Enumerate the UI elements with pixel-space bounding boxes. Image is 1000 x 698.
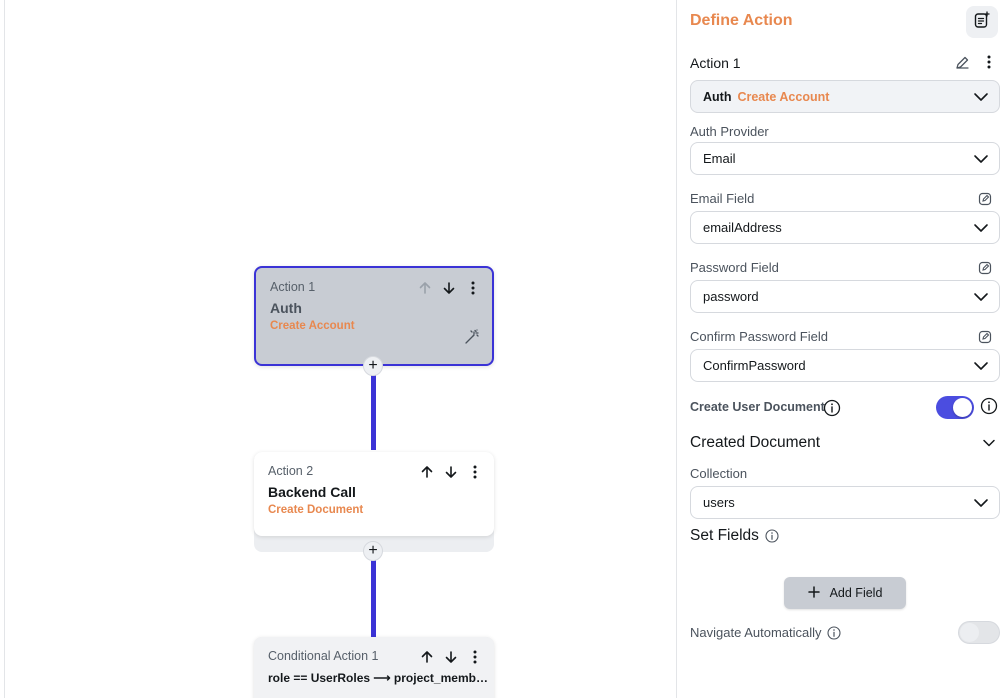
node-toolbar — [420, 649, 482, 665]
chevron-down-icon — [973, 359, 989, 376]
add-note-button[interactable] — [966, 6, 998, 38]
node-title: Auth — [270, 300, 302, 316]
add-field-button[interactable]: Add Field — [784, 577, 906, 609]
confirm-password-field-label: Confirm Password Field — [690, 329, 828, 344]
connector-line — [371, 558, 376, 638]
confirm-password-field-dropdown[interactable]: ConfirmPassword — [690, 349, 1000, 382]
auth-provider-label: Auth Provider — [690, 124, 769, 139]
chevron-down-icon — [973, 496, 989, 513]
more-vertical-icon[interactable] — [468, 464, 482, 480]
arrow-down-icon[interactable] — [444, 649, 458, 665]
auth-provider-dropdown[interactable]: Email — [690, 142, 1000, 175]
edit-square-icon[interactable] — [978, 330, 992, 344]
edit-icon[interactable] — [955, 55, 970, 75]
chevron-down-icon — [973, 90, 989, 107]
set-fields-title: Set Fields — [690, 527, 759, 544]
more-vertical-icon[interactable] — [466, 280, 480, 296]
arrow-down-icon[interactable] — [444, 464, 458, 480]
chevron-down-icon — [973, 290, 989, 307]
email-field-value: emailAddress — [703, 220, 782, 235]
created-document-title: Created Document — [690, 434, 821, 451]
password-field-dropdown[interactable]: password — [690, 280, 1000, 313]
chevron-down-icon — [973, 152, 989, 169]
action-type-prefix: Auth — [703, 89, 732, 104]
confirm-password-field-value: ConfirmPassword — [703, 358, 806, 373]
toggle-knob — [953, 398, 972, 417]
panel-title: Define Action — [690, 12, 793, 29]
app-root: Action 1 Auth Create Account + Action 2 … — [0, 0, 1000, 698]
info-icon[interactable] — [827, 626, 841, 645]
collection-dropdown[interactable]: users — [690, 486, 1000, 519]
add-note-icon — [973, 10, 991, 34]
action-node-2[interactable]: Action 2 Backend Call Create Document — [254, 452, 494, 536]
email-field-label: Email Field — [690, 191, 755, 206]
more-vertical-icon[interactable] — [987, 55, 991, 74]
node-title: Backend Call — [268, 484, 356, 500]
action-node-wrapper: Action 2 Backend Call Create Document — [254, 452, 494, 552]
chevron-down-icon[interactable] — [982, 436, 996, 454]
password-field-value: password — [703, 289, 759, 304]
arrow-up-icon[interactable] — [418, 280, 432, 296]
add-action-button[interactable]: + — [363, 541, 383, 561]
node-subtitle: Create Account — [270, 320, 355, 332]
node-toolbar — [420, 464, 482, 480]
node-toolbar — [418, 280, 480, 296]
action-node-1[interactable]: Action 1 Auth Create Account — [254, 266, 494, 366]
collection-value: users — [703, 495, 735, 510]
info-icon[interactable] — [980, 397, 998, 420]
navigate-automatically-label: Navigate Automatically — [690, 625, 822, 640]
add-action-button[interactable]: + — [363, 356, 383, 376]
toggle-knob — [960, 623, 979, 642]
connector-line — [371, 372, 376, 450]
plus-icon — [807, 585, 820, 601]
action-name: Action 1 — [690, 55, 741, 71]
define-action-panel: Define Action Action 1 Auth Create Accou… — [676, 0, 1000, 698]
password-field-label: Password Field — [690, 260, 779, 275]
condition-rule: role == UserRoles ⟶ project_memb… — [268, 671, 488, 685]
create-user-document-toggle[interactable] — [936, 396, 974, 419]
magic-wand-icon[interactable] — [464, 329, 480, 350]
chevron-down-icon — [973, 221, 989, 238]
arrow-up-icon[interactable] — [420, 649, 434, 665]
info-icon[interactable] — [765, 529, 779, 548]
add-field-label: Add Field — [829, 586, 883, 600]
action-type-dropdown[interactable]: Auth Create Account — [690, 80, 1000, 113]
node-subtitle: Create Document — [268, 504, 364, 516]
action-type-value: Create Account — [737, 89, 830, 104]
plus-icon: + — [368, 357, 378, 374]
action-node-wrapper: Conditional Action 1 role == UserRoles ⟶… — [254, 637, 494, 698]
action-node-wrapper: Action 1 Auth Create Account — [254, 266, 494, 366]
more-vertical-icon[interactable] — [468, 649, 482, 665]
action-flow-canvas[interactable]: Action 1 Auth Create Account + Action 2 … — [5, 0, 675, 698]
arrow-down-icon[interactable] — [442, 280, 456, 296]
plus-icon: + — [368, 542, 378, 559]
email-field-dropdown[interactable]: emailAddress — [690, 211, 1000, 244]
info-icon[interactable] — [823, 399, 841, 422]
collection-label: Collection — [690, 466, 748, 481]
edit-square-icon[interactable] — [978, 192, 992, 206]
create-user-document-label: Create User Document — [690, 400, 825, 414]
conditional-action-node[interactable]: Conditional Action 1 role == UserRoles ⟶… — [254, 637, 494, 698]
arrow-up-icon[interactable] — [420, 464, 434, 480]
auth-provider-value: Email — [703, 151, 736, 166]
edit-square-icon[interactable] — [978, 261, 992, 275]
navigate-automatically-toggle[interactable] — [958, 621, 1000, 644]
